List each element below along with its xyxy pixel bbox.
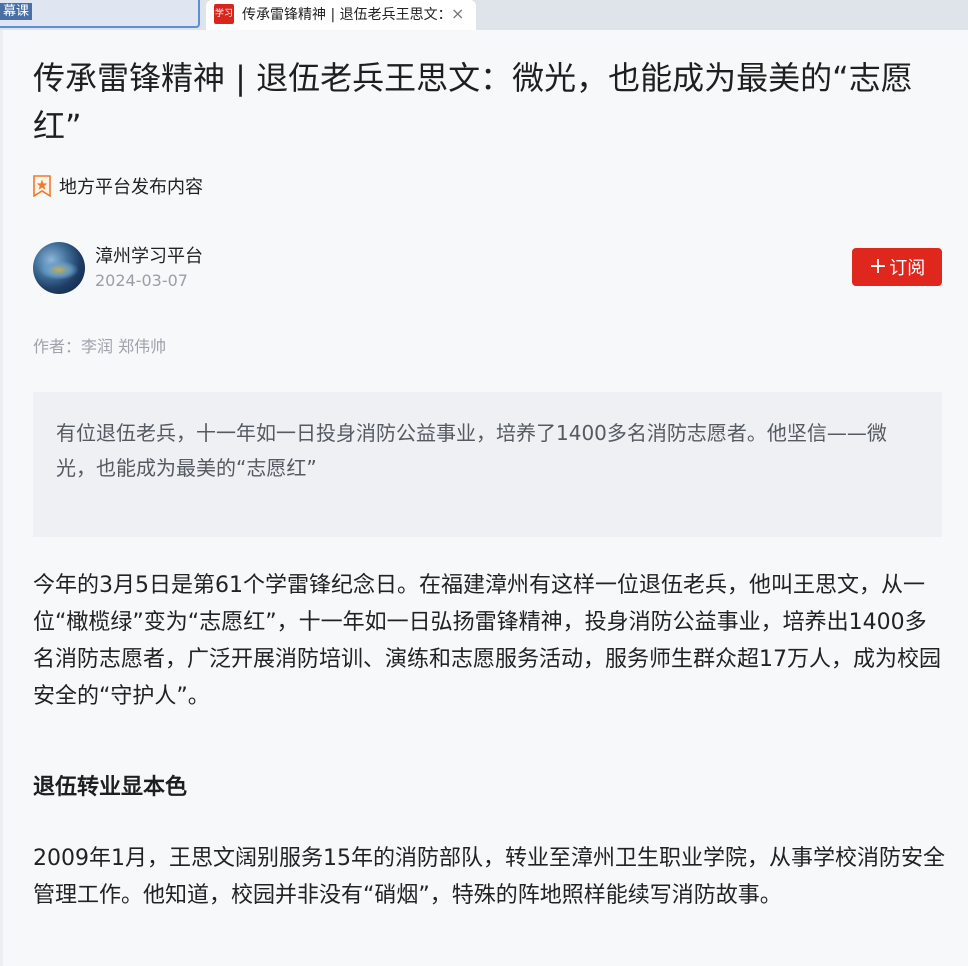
browser-tab-strip: 幕课 学习 传承雷锋精神 | 退伍老兵王思文：微光，也能成为最美的“志愿红” ×: [0, 0, 968, 30]
article-paragraph: 2009年1月，王思文阔别服务15年的消防部队，转业至漳州卫生职业学院，从事学校…: [33, 846, 945, 908]
article-summary: 有位退伍老兵，十一年如一日投身消防公益事业，培养了1400多名消防志愿者。他坚信…: [33, 392, 942, 537]
browser-tab-title: 传承雷锋精神 | 退伍老兵王思文：微光，也能成为最美的“志愿红”: [242, 7, 447, 23]
avatar[interactable]: [33, 242, 85, 294]
subscribe-button[interactable]: + 订阅: [852, 248, 942, 286]
xuexi-favicon-icon: 学习: [214, 4, 234, 24]
browser-tab-previous-label: 幕课: [0, 3, 33, 20]
publisher-row: 漳州学习平台 2024-03-07 + 订阅: [33, 242, 943, 296]
publish-date: 2024-03-07: [95, 271, 188, 290]
browser-tab-active[interactable]: 学习 传承雷锋精神 | 退伍老兵王思文：微光，也能成为最美的“志愿红” ×: [206, 0, 476, 30]
browser-tab-previous[interactable]: 幕课: [0, 0, 200, 28]
article-page: 传承雷锋精神 | 退伍老兵王思文：微光，也能成为最美的“志愿红” 地方平台发布内…: [0, 30, 968, 966]
author-byline: 作者：李润 郑伟帅: [33, 337, 167, 356]
subscribe-label: 订阅: [889, 258, 926, 279]
publisher-name[interactable]: 漳州学习平台: [95, 244, 203, 270]
article-paragraph: 今年的3月5日是第61个学雷锋纪念日。在福建漳州有这样一位退伍老兵，他叫王思文，…: [33, 573, 941, 709]
close-icon[interactable]: ×: [451, 3, 464, 25]
plus-icon: +: [868, 254, 888, 279]
source-label: 地方平台发布内容: [59, 177, 203, 198]
section-heading: 退伍转业显本色: [33, 775, 188, 800]
article-title: 传承雷锋精神 | 退伍老兵王思文：微光，也能成为最美的“志愿红”: [33, 59, 913, 145]
source-tag: 地方平台发布内容: [33, 174, 203, 198]
star-badge-icon: [33, 175, 51, 198]
